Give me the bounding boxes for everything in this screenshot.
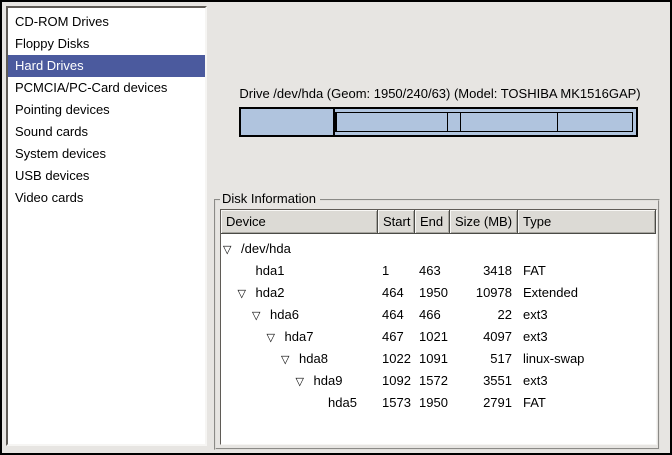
end-cell [415, 238, 450, 260]
type-cell: ext3 [518, 326, 656, 348]
triangle-down-expander-icon[interactable]: ▽ [281, 349, 299, 370]
device-name: hda5 [328, 395, 357, 410]
drive-geometry-label: Drive /dev/hda (Geom: 1950/240/63) (Mode… [210, 86, 670, 101]
size-cell: 4097 [450, 326, 518, 348]
device-name: hda6 [270, 307, 299, 322]
column-header-type[interactable]: Type [518, 210, 656, 234]
sidebar-item-floppy-disks[interactable]: Floppy Disks [8, 33, 205, 55]
type-cell: FAT [518, 392, 656, 414]
device-name: hda9 [314, 373, 343, 388]
device-category-list[interactable]: CD-ROM DrivesFloppy DisksHard DrivesPCMC… [6, 6, 207, 446]
start-cell: 1092 [378, 370, 415, 392]
end-cell: 466 [415, 304, 450, 326]
end-cell: 1950 [415, 282, 450, 304]
device-name: /dev/hda [241, 241, 291, 256]
start-cell: 467 [378, 326, 415, 348]
sidebar-item-pcmcia-pc-card-devices[interactable]: PCMCIA/PC-Card devices [8, 77, 205, 99]
end-cell: 463 [415, 260, 450, 282]
triangle-down-expander-icon[interactable]: ▽ [252, 305, 270, 326]
disk-information-label: Disk Information [220, 191, 320, 207]
start-cell [378, 238, 415, 260]
device-name: hda1 [256, 263, 285, 278]
sidebar-item-system-devices[interactable]: System devices [8, 143, 205, 165]
partition-segment-hda1 [241, 109, 335, 135]
partition-segment-hda9 [460, 112, 557, 132]
end-cell: 1572 [415, 370, 450, 392]
table-row-hda7[interactable]: ▽hda7 46710214097ext3 [221, 326, 656, 348]
device-name: hda7 [285, 329, 314, 344]
sidebar-item-usb-devices[interactable]: USB devices [8, 165, 205, 187]
start-cell: 1 [378, 260, 415, 282]
column-header-end[interactable]: End [415, 210, 450, 234]
type-cell: ext3 [518, 370, 656, 392]
disk-information-frame: Device Start End Size (MB) Type ▽/dev/hd… [214, 199, 660, 450]
device-name: hda8 [299, 351, 328, 366]
partition-segment-hda8 [447, 112, 461, 132]
sidebar-item-cd-rom-drives[interactable]: CD-ROM Drives [8, 11, 205, 33]
partition-segment-hda7 [336, 112, 448, 132]
table-row-hda2[interactable]: ▽hda2 464195010978Extended [221, 282, 656, 304]
start-cell: 1573 [378, 392, 415, 414]
column-header-size[interactable]: Size (MB) [450, 210, 518, 234]
sidebar-item-pointing-devices[interactable]: Pointing devices [8, 99, 205, 121]
sidebar-item-hard-drives[interactable]: Hard Drives [8, 55, 205, 77]
triangle-down-expander-icon[interactable]: ▽ [267, 327, 285, 348]
type-cell: linux-swap [518, 348, 656, 370]
size-cell [450, 238, 518, 260]
type-cell: FAT [518, 260, 656, 282]
triangle-down-expander-icon[interactable]: ▽ [296, 371, 314, 392]
table-row-hda1[interactable]: hda1 14633418FAT [221, 260, 656, 282]
type-cell: Extended [518, 282, 656, 304]
table-row-hda9[interactable]: ▽hda9 109215723551ext3 [221, 370, 656, 392]
column-header-device[interactable]: Device [221, 210, 378, 234]
end-cell: 1091 [415, 348, 450, 370]
partition-table: Device Start End Size (MB) Type ▽/dev/hd… [220, 209, 657, 445]
partition-segment-hda5 [557, 112, 634, 132]
start-cell: 464 [378, 282, 415, 304]
size-cell: 10978 [450, 282, 518, 304]
partition-map-bar [239, 107, 638, 137]
size-cell: 517 [450, 348, 518, 370]
table-row-hda8[interactable]: ▽hda8 10221091517linux-swap [221, 348, 656, 370]
size-cell: 3418 [450, 260, 518, 282]
device-name: hda2 [256, 285, 285, 300]
type-cell [518, 238, 656, 260]
end-cell: 1950 [415, 392, 450, 414]
table-row--dev-hda[interactable]: ▽/dev/hda [221, 238, 656, 260]
start-cell: 1022 [378, 348, 415, 370]
sidebar-item-video-cards[interactable]: Video cards [8, 187, 205, 209]
type-cell: ext3 [518, 304, 656, 326]
end-cell: 1021 [415, 326, 450, 348]
sidebar-item-sound-cards[interactable]: Sound cards [8, 121, 205, 143]
table-row-hda6[interactable]: ▽hda6 46446622ext3 [221, 304, 656, 326]
partition-table-header: Device Start End Size (MB) Type [221, 210, 656, 234]
size-cell: 3551 [450, 370, 518, 392]
start-cell: 464 [378, 304, 415, 326]
triangle-down-expander-icon[interactable]: ▽ [223, 239, 241, 260]
size-cell: 22 [450, 304, 518, 326]
partition-segment-extended [335, 109, 636, 135]
partition-table-body: ▽/dev/hdahda114633418FAT▽hda246419501097… [221, 234, 656, 414]
table-row-hda5[interactable]: hda5 157319502791FAT [221, 392, 656, 414]
column-header-start[interactable]: Start [378, 210, 415, 234]
size-cell: 2791 [450, 392, 518, 414]
triangle-down-expander-icon[interactable]: ▽ [238, 283, 256, 304]
